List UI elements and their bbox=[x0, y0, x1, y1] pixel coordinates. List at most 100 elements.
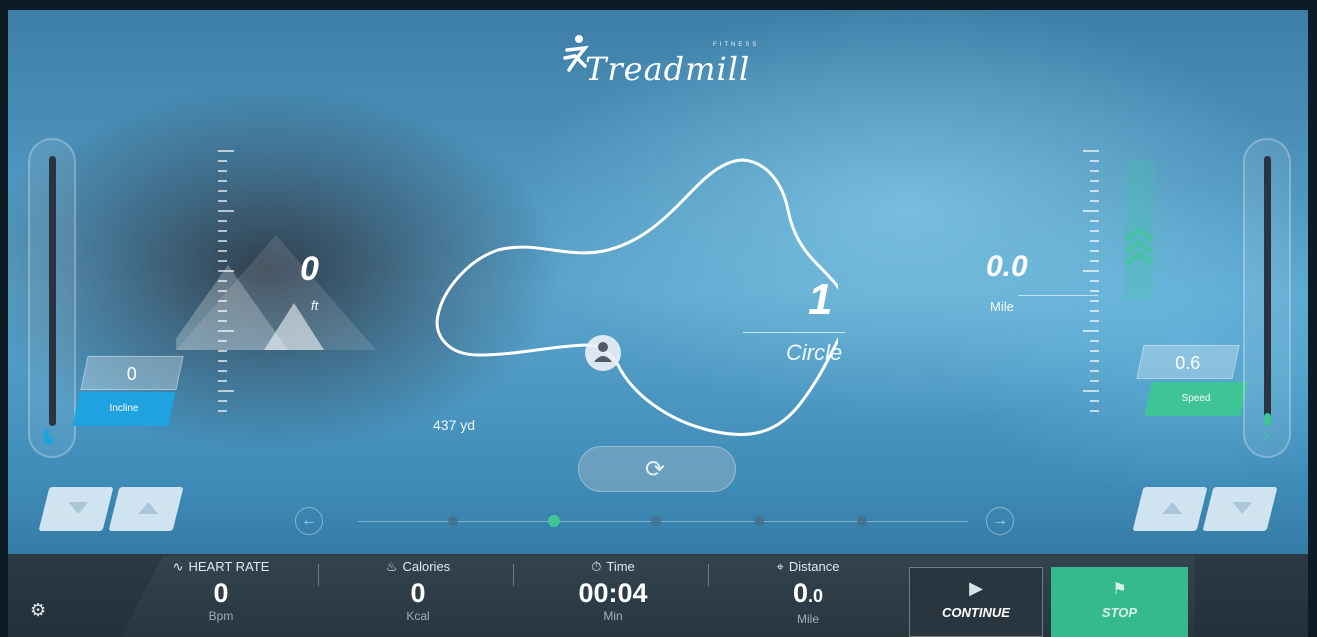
continue-label: CONTINUE bbox=[942, 605, 1010, 620]
route-pin-icon: ⌖ bbox=[776, 559, 784, 574]
continue-button[interactable]: ▶ CONTINUE bbox=[909, 567, 1043, 637]
scale-tick bbox=[218, 190, 227, 192]
scale-tick bbox=[218, 210, 234, 212]
stat-divider bbox=[318, 564, 319, 586]
scale-tick bbox=[1090, 340, 1099, 342]
pager-dot[interactable] bbox=[448, 516, 458, 526]
speed-fill bbox=[1264, 412, 1271, 426]
scale-tick bbox=[1090, 230, 1099, 232]
incline-icon: ▙ bbox=[44, 430, 54, 444]
track-length: 437 yd bbox=[433, 417, 476, 433]
arrow-up-icon bbox=[138, 502, 159, 514]
lap-label: Circle bbox=[786, 340, 843, 365]
refresh-track-button[interactable]: ⟳ bbox=[578, 446, 736, 492]
calories-label: Calories bbox=[402, 559, 451, 574]
scale-tick bbox=[1090, 320, 1099, 322]
pager-dot-active[interactable] bbox=[548, 515, 560, 527]
stat-divider bbox=[708, 564, 709, 586]
stop-label: STOP bbox=[1101, 605, 1138, 620]
refresh-icon: ⟳ bbox=[645, 456, 666, 483]
scale-tick bbox=[1090, 410, 1099, 412]
scale-tick bbox=[1090, 310, 1099, 312]
scale-tick bbox=[1090, 240, 1099, 242]
circle-divider bbox=[743, 332, 845, 333]
speed-down-button[interactable] bbox=[1202, 487, 1278, 531]
logo-brand: Treadmill bbox=[585, 50, 751, 88]
heart-rate-unit: Bpm bbox=[208, 609, 234, 623]
runner-icon: ➚ bbox=[1261, 430, 1272, 444]
arrow-right-icon: → bbox=[992, 512, 1008, 529]
pager-prev-button[interactable]: ← bbox=[295, 507, 323, 535]
incline-level-bar: ▙ bbox=[28, 138, 76, 458]
stop-button[interactable]: ⚑ STOP bbox=[1051, 567, 1188, 637]
pager-dot[interactable] bbox=[651, 516, 661, 526]
heartbeat-icon: ∿ bbox=[172, 559, 184, 574]
stopwatch-icon: ⏱ bbox=[591, 559, 602, 574]
elevation-value: 0 bbox=[300, 250, 319, 288]
runner-position-marker bbox=[585, 335, 621, 371]
scale-tick bbox=[218, 150, 234, 152]
speed-chevrons-graphic bbox=[1124, 160, 1154, 300]
scale-tick bbox=[218, 170, 227, 172]
scale-tick bbox=[1090, 400, 1099, 402]
scale-tick bbox=[1090, 260, 1099, 262]
scale-tick bbox=[1090, 280, 1099, 282]
time-stat: ⏱ Time 00:04 Min bbox=[523, 558, 703, 622]
speed-scale bbox=[1083, 150, 1099, 412]
elevation-mountain-graphic bbox=[176, 235, 376, 350]
scale-tick bbox=[1090, 300, 1099, 302]
stat-divider bbox=[513, 564, 514, 586]
scale-tick bbox=[1090, 180, 1099, 182]
pager-dot[interactable] bbox=[857, 516, 867, 526]
scale-tick bbox=[1083, 150, 1099, 152]
scale-tick bbox=[1090, 160, 1099, 162]
settings-gear-icon[interactable]: ⚙ bbox=[30, 600, 46, 621]
play-circle-icon: ▶ bbox=[969, 578, 983, 598]
scale-tick bbox=[1090, 170, 1099, 172]
scale-tick bbox=[1083, 330, 1099, 332]
scale-tick bbox=[218, 160, 227, 162]
incline-up-button[interactable] bbox=[108, 487, 184, 531]
distance-readout-value: 0.0 bbox=[986, 250, 1028, 283]
distance-value-frac: .0 bbox=[808, 586, 824, 606]
heart-rate-stat: ∿ HEART RATE 0 Bpm bbox=[131, 558, 311, 622]
speed-level-bar: ➚ bbox=[1243, 138, 1291, 458]
scale-tick bbox=[218, 410, 227, 412]
scale-tick bbox=[1090, 370, 1099, 372]
scale-tick bbox=[218, 390, 234, 392]
logo-subtitle: FITNESS bbox=[713, 42, 760, 48]
scale-tick bbox=[1090, 220, 1099, 222]
distance-stat: ⌖ Distance 0.0 Mile bbox=[718, 558, 898, 625]
scale-tick bbox=[1090, 380, 1099, 382]
distance-value: 0.0 bbox=[718, 576, 898, 613]
incline-tag: Incline bbox=[72, 392, 176, 426]
finish-flag-icon: ⚑ bbox=[1112, 581, 1127, 598]
arrow-left-icon: ← bbox=[301, 512, 317, 529]
incline-value: 0 bbox=[126, 364, 137, 384]
calories-stat: ♨ Calories 0 Kcal bbox=[328, 558, 508, 622]
scale-tick bbox=[1090, 360, 1099, 362]
scale-tick bbox=[1083, 390, 1099, 392]
incline-track bbox=[49, 156, 56, 426]
time-value: 00:04 bbox=[578, 578, 648, 608]
scale-tick bbox=[218, 220, 227, 222]
calories-value: 0 bbox=[410, 578, 426, 608]
scale-tick bbox=[218, 180, 227, 182]
arrow-down-icon bbox=[1232, 502, 1253, 514]
incline-down-button[interactable] bbox=[38, 487, 114, 531]
track-path bbox=[435, 158, 838, 437]
pager-dot[interactable] bbox=[754, 516, 764, 526]
speed-tag: Speed bbox=[1144, 382, 1248, 416]
scale-tick bbox=[1083, 210, 1099, 212]
calories-unit: Kcal bbox=[406, 609, 430, 623]
scale-tick bbox=[1090, 350, 1099, 352]
speed-up-button[interactable] bbox=[1132, 487, 1208, 531]
heart-rate-value: 0 bbox=[213, 578, 229, 608]
time-label: Time bbox=[606, 559, 635, 574]
scale-tick bbox=[1083, 270, 1099, 272]
scale-tick bbox=[218, 400, 227, 402]
scale-tick bbox=[1090, 190, 1099, 192]
scale-tick bbox=[218, 200, 227, 202]
pager-next-button[interactable]: → bbox=[986, 507, 1014, 535]
distance-value-main: 0 bbox=[792, 578, 808, 608]
